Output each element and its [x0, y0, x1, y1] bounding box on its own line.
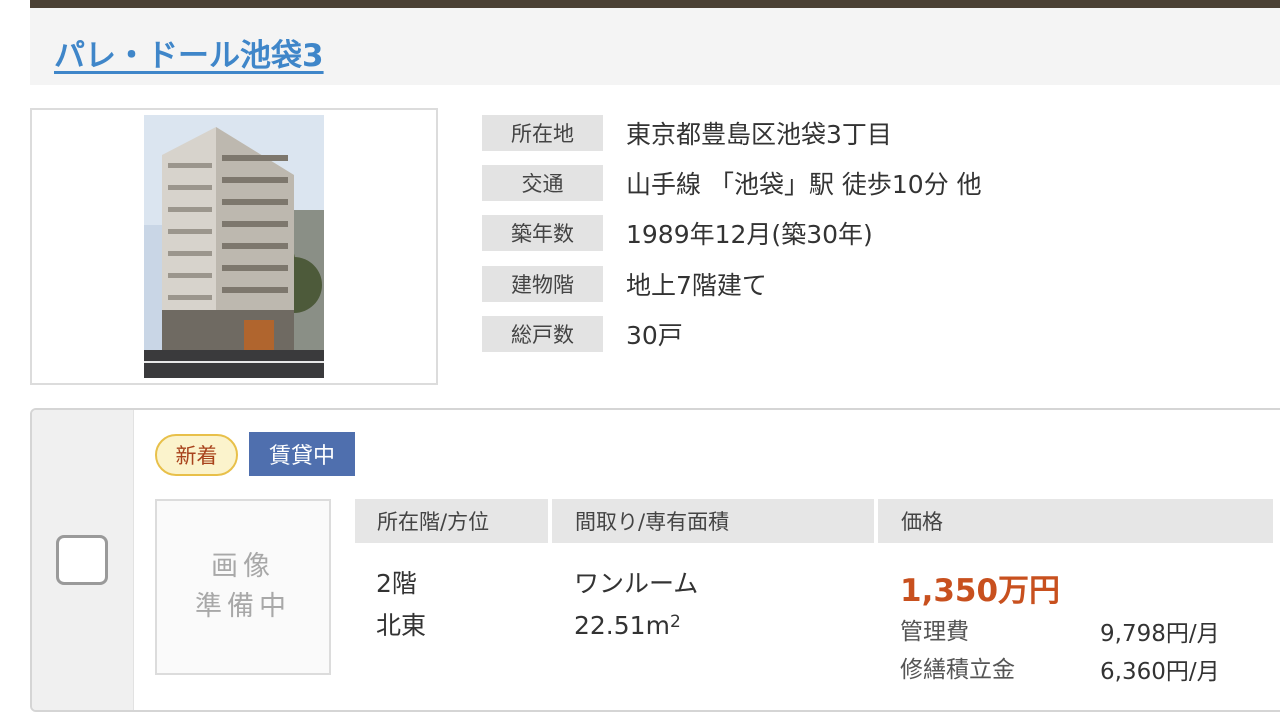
no-image-placeholder: 画像 準備中: [155, 499, 331, 675]
building-photo[interactable]: [144, 115, 324, 378]
property-title-link[interactable]: パレ・ドール池袋3: [54, 30, 324, 75]
info-value: 東京都豊島区池袋3丁目: [626, 120, 892, 149]
header-floor-direction: 所在階/方位: [355, 499, 548, 543]
info-row-age: 築年数 1989年12月(築30年): [482, 215, 1182, 251]
info-label: 建物階: [482, 266, 603, 302]
header-price: 価格: [878, 499, 1273, 543]
info-value: 30戸: [626, 321, 683, 350]
info-value: 1989年12月(築30年): [626, 220, 873, 249]
repair-fund-value: 6,360円/月: [1100, 659, 1220, 685]
no-image-text-line2: 準備中: [195, 591, 291, 622]
info-row-access: 交通 山手線 「池袋」駅 徒歩10分 他: [482, 165, 1182, 201]
repair-fund-label: 修繕積立金: [900, 657, 1015, 683]
top-border: [30, 0, 1280, 8]
layout-value: ワンルーム: [574, 569, 699, 598]
area-unit-superscript: 2: [669, 612, 681, 632]
select-checkbox[interactable]: [56, 535, 108, 585]
management-fee-label: 管理費: [900, 619, 969, 645]
management-fee-value: 9,798円/月: [1100, 621, 1220, 647]
info-row-units: 総戸数 30戸: [482, 316, 1182, 352]
info-value: 地上7階建て: [626, 271, 767, 300]
info-row-floors: 建物階 地上7階建て: [482, 266, 1182, 302]
info-label: 築年数: [482, 215, 603, 251]
info-row-address: 所在地 東京都豊島区池袋3丁目: [482, 115, 1182, 151]
new-badge: 新着: [155, 434, 238, 476]
info-label: 交通: [482, 165, 603, 201]
price-value: 1,350万円: [900, 573, 1061, 609]
direction-value: 北東: [376, 611, 427, 640]
rented-status-badge: 賃貸中: [249, 432, 355, 476]
floor-value: 2階: [376, 569, 417, 598]
header-layout-area: 間取り/専有面積: [552, 499, 874, 543]
info-label: 総戸数: [482, 316, 603, 352]
info-value: 山手線 「池袋」駅 徒歩10分 他: [626, 170, 982, 199]
no-image-text-line1: 画像: [211, 551, 275, 582]
info-label: 所在地: [482, 115, 603, 151]
area-value: 22.51m2: [574, 605, 681, 647]
area-number: 22.51m: [574, 611, 670, 640]
